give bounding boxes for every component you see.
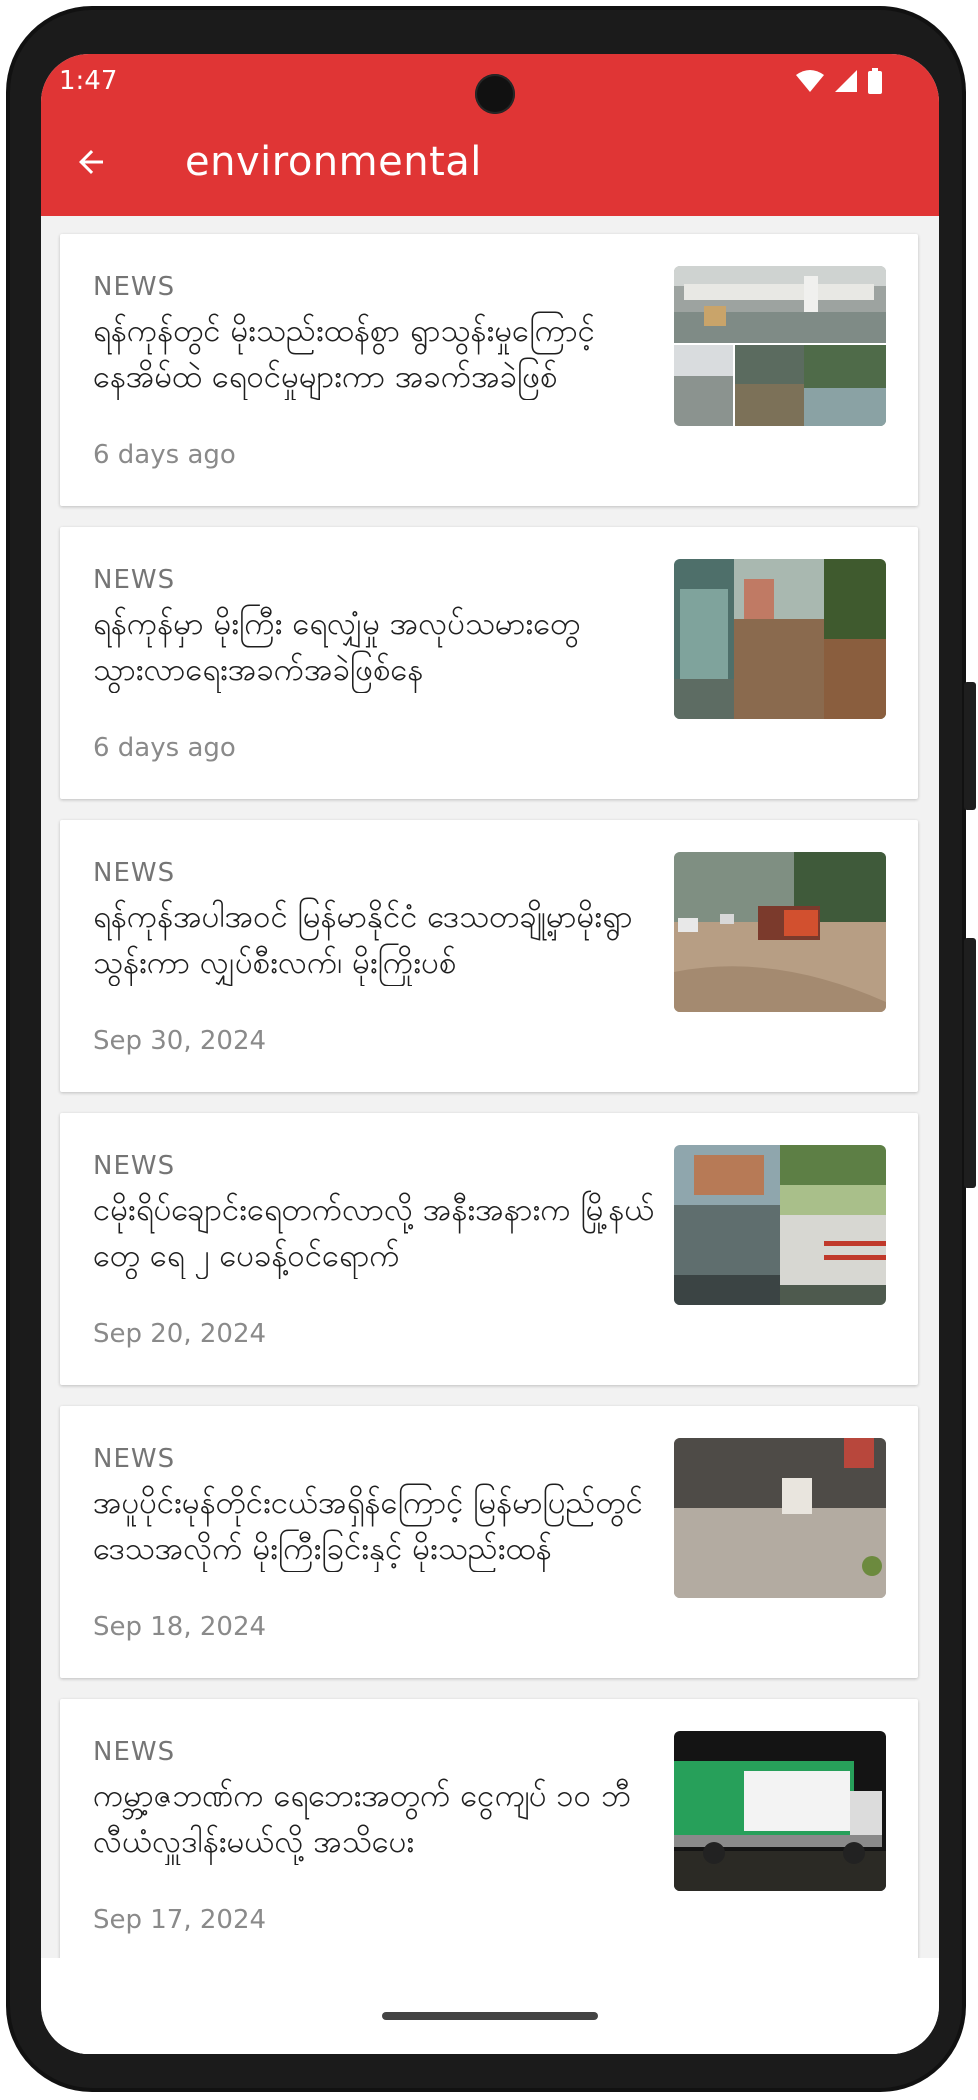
card-category: NEWS [93, 858, 176, 888]
news-card[interactable]: NEWS ကမ္ဘာ့ဇဘဏ်က ရေဘေးအတွက် ငွေကျပ် ၁၀ ဘ… [60, 1699, 918, 1971]
back-button[interactable] [67, 138, 115, 186]
card-thumbnail [674, 559, 886, 719]
card-thumbnail [674, 1145, 886, 1305]
card-timestamp: Sep 17, 2024 [93, 1905, 267, 1935]
card-category: NEWS [93, 1737, 176, 1767]
card-category: NEWS [93, 1151, 176, 1181]
card-thumbnail [674, 852, 886, 1012]
news-feed: NEWS ရန်ကုန်တွင် မိုးသည်းထန်စွာ ရွာသွန်း… [41, 216, 939, 2054]
battery-icon [868, 68, 882, 94]
news-card[interactable]: NEWS ငမိုးရိပ်ချောင်းရေတက်လာလို့ အနီးအနာ… [60, 1113, 918, 1385]
signal-icon [835, 70, 857, 92]
status-icons [795, 66, 883, 96]
page-title: environmental [185, 139, 482, 185]
card-title: ကမ္ဘာ့ဇဘဏ်က ရေဘေးအတွက် ငွေကျပ် ၁၀ ဘီလီယံ… [93, 1778, 631, 1860]
card-title: ရန်ကုန်မှာ မိုးကြီး ရေလျှံမှု အလုပ်သမားတ… [93, 606, 581, 688]
card-category: NEWS [93, 565, 176, 595]
card-timestamp: 6 days ago [93, 733, 236, 763]
card-thumbnail [674, 1731, 886, 1891]
card-thumbnail [674, 1438, 886, 1598]
card-thumbnail [674, 266, 886, 426]
front-camera [475, 74, 515, 114]
card-timestamp: Sep 20, 2024 [93, 1319, 267, 1349]
wifi-icon [796, 70, 824, 92]
system-nav-bar [41, 1958, 939, 2054]
news-card[interactable]: NEWS ရန်ကုန်တွင် မိုးသည်းထန်စွာ ရွာသွန်း… [60, 234, 918, 506]
news-card[interactable]: NEWS အပူပိုင်းမုန်တိုင်းငယ်အရှိန်ကြောင့်… [60, 1406, 918, 1678]
card-title: ရန်ကုန်တွင် မိုးသည်းထန်စွာ ရွာသွန်းမှုကြ… [93, 313, 595, 395]
news-card[interactable]: NEWS ရန်ကုန်မှာ မိုးကြီး ရေလျှံမှု အလုပ်… [60, 527, 918, 799]
arrow-back-icon [79, 150, 103, 174]
card-category: NEWS [93, 1444, 176, 1474]
card-timestamp: 6 days ago [93, 440, 236, 470]
power-button [964, 938, 976, 1188]
card-title: အပူပိုင်းမုန်တိုင်းငယ်အရှိန်ကြောင့် မြန်… [93, 1485, 643, 1567]
card-timestamp: Sep 18, 2024 [93, 1612, 267, 1642]
card-category: NEWS [93, 272, 176, 302]
app-bar: 1:47 environmental [41, 54, 939, 216]
card-title: ရန်ကုန်အပါအဝင် မြန်မာနိုင်ငံ ဒေသတချို့မှ… [93, 899, 633, 981]
card-timestamp: Sep 30, 2024 [93, 1026, 267, 1056]
home-indicator[interactable] [382, 2012, 598, 2020]
news-card[interactable]: NEWS ရန်ကုန်အပါအဝင် မြန်မာနိုင်ငံ ဒေသတချ… [60, 820, 918, 1092]
phone-frame: 1:47 environmental NEWS ရန်ကုန်တွင် မိုး… [6, 6, 976, 2092]
screen: 1:47 environmental NEWS ရန်ကုန်တွင် မိုး… [41, 54, 939, 2054]
volume-button [964, 682, 976, 810]
card-title: ငမိုးရိပ်ချောင်းရေတက်လာလို့ အနီးအနားက မြ… [93, 1192, 655, 1274]
status-time: 1:47 [59, 66, 118, 96]
